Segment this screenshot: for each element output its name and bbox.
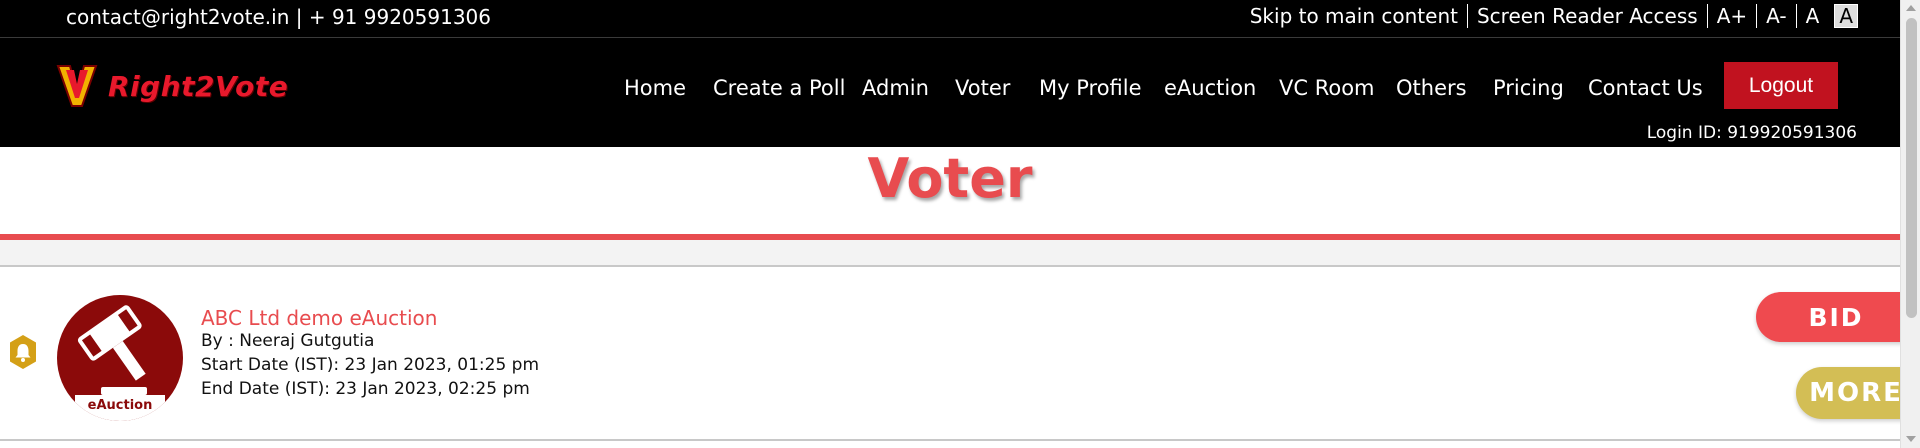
more-button[interactable]: MORE <box>1796 367 1916 419</box>
page-title: Voter <box>867 147 1033 210</box>
auction-start-date: Start Date (IST): 23 Jan 2023, 01:25 pm <box>201 355 540 375</box>
nav-eauction[interactable]: eAuction <box>1164 75 1256 101</box>
nav-voter[interactable]: Voter <box>955 75 1010 101</box>
auction-title-link[interactable]: ABC Ltd demo eAuction <box>201 306 437 330</box>
scroll-down-icon[interactable] <box>1906 436 1916 442</box>
nav-others[interactable]: Others <box>1396 75 1467 101</box>
nav-create-poll[interactable]: Create a Poll <box>713 75 845 101</box>
eauction-avatar: eAuction <box>57 295 183 421</box>
bid-button[interactable]: BID <box>1756 292 1916 342</box>
logout-button[interactable]: Logout <box>1724 62 1838 109</box>
main-navbar: Right2Vote Home Create a Poll Admin Vote… <box>0 38 1900 147</box>
auction-end-date: End Date (IST): 23 Jan 2023, 02:25 pm <box>201 379 530 399</box>
nav-vc-room[interactable]: VC Room <box>1279 75 1375 101</box>
login-id-label: Login ID: 919920591306 <box>1646 123 1857 143</box>
font-reset-button[interactable]: A <box>1795 4 1829 28</box>
scroll-up-icon[interactable] <box>1906 5 1916 11</box>
auction-owner: By : Neeraj Gutgutia <box>201 331 375 351</box>
nav-contact-us[interactable]: Contact Us <box>1588 75 1703 101</box>
nav-pricing[interactable]: Pricing <box>1493 75 1564 101</box>
vertical-scrollbar[interactable] <box>1900 0 1920 448</box>
bell-icon[interactable] <box>8 334 38 370</box>
top-utility-bar: contact@right2vote.in | + 91 9920591306 … <box>0 0 1900 38</box>
contact-info: contact@right2vote.in | + 91 9920591306 <box>66 5 491 29</box>
brand-name: Right2Vote <box>108 69 289 103</box>
nav-home[interactable]: Home <box>624 75 686 101</box>
section-spacer <box>0 240 1900 267</box>
font-increase-button[interactable]: A+ <box>1706 4 1756 28</box>
avatar-label: eAuction <box>87 398 153 413</box>
screen-reader-link[interactable]: Screen Reader Access <box>1466 4 1707 28</box>
nav-admin[interactable]: Admin <box>862 75 929 101</box>
scrollbar-thumb[interactable] <box>1906 18 1917 318</box>
auction-card: eAuction ABC Ltd demo eAuction By : Neer… <box>0 267 1916 441</box>
accessibility-links: Skip to main content Screen Reader Acces… <box>1241 3 1858 29</box>
brand-logo[interactable]: Right2Vote <box>56 62 288 110</box>
font-decrease-button[interactable]: A- <box>1756 4 1795 28</box>
v-logo-icon <box>56 65 98 107</box>
skip-to-main-link[interactable]: Skip to main content <box>1241 4 1467 28</box>
nav-my-profile[interactable]: My Profile <box>1039 75 1142 101</box>
contrast-toggle-button[interactable]: A <box>1834 4 1858 28</box>
